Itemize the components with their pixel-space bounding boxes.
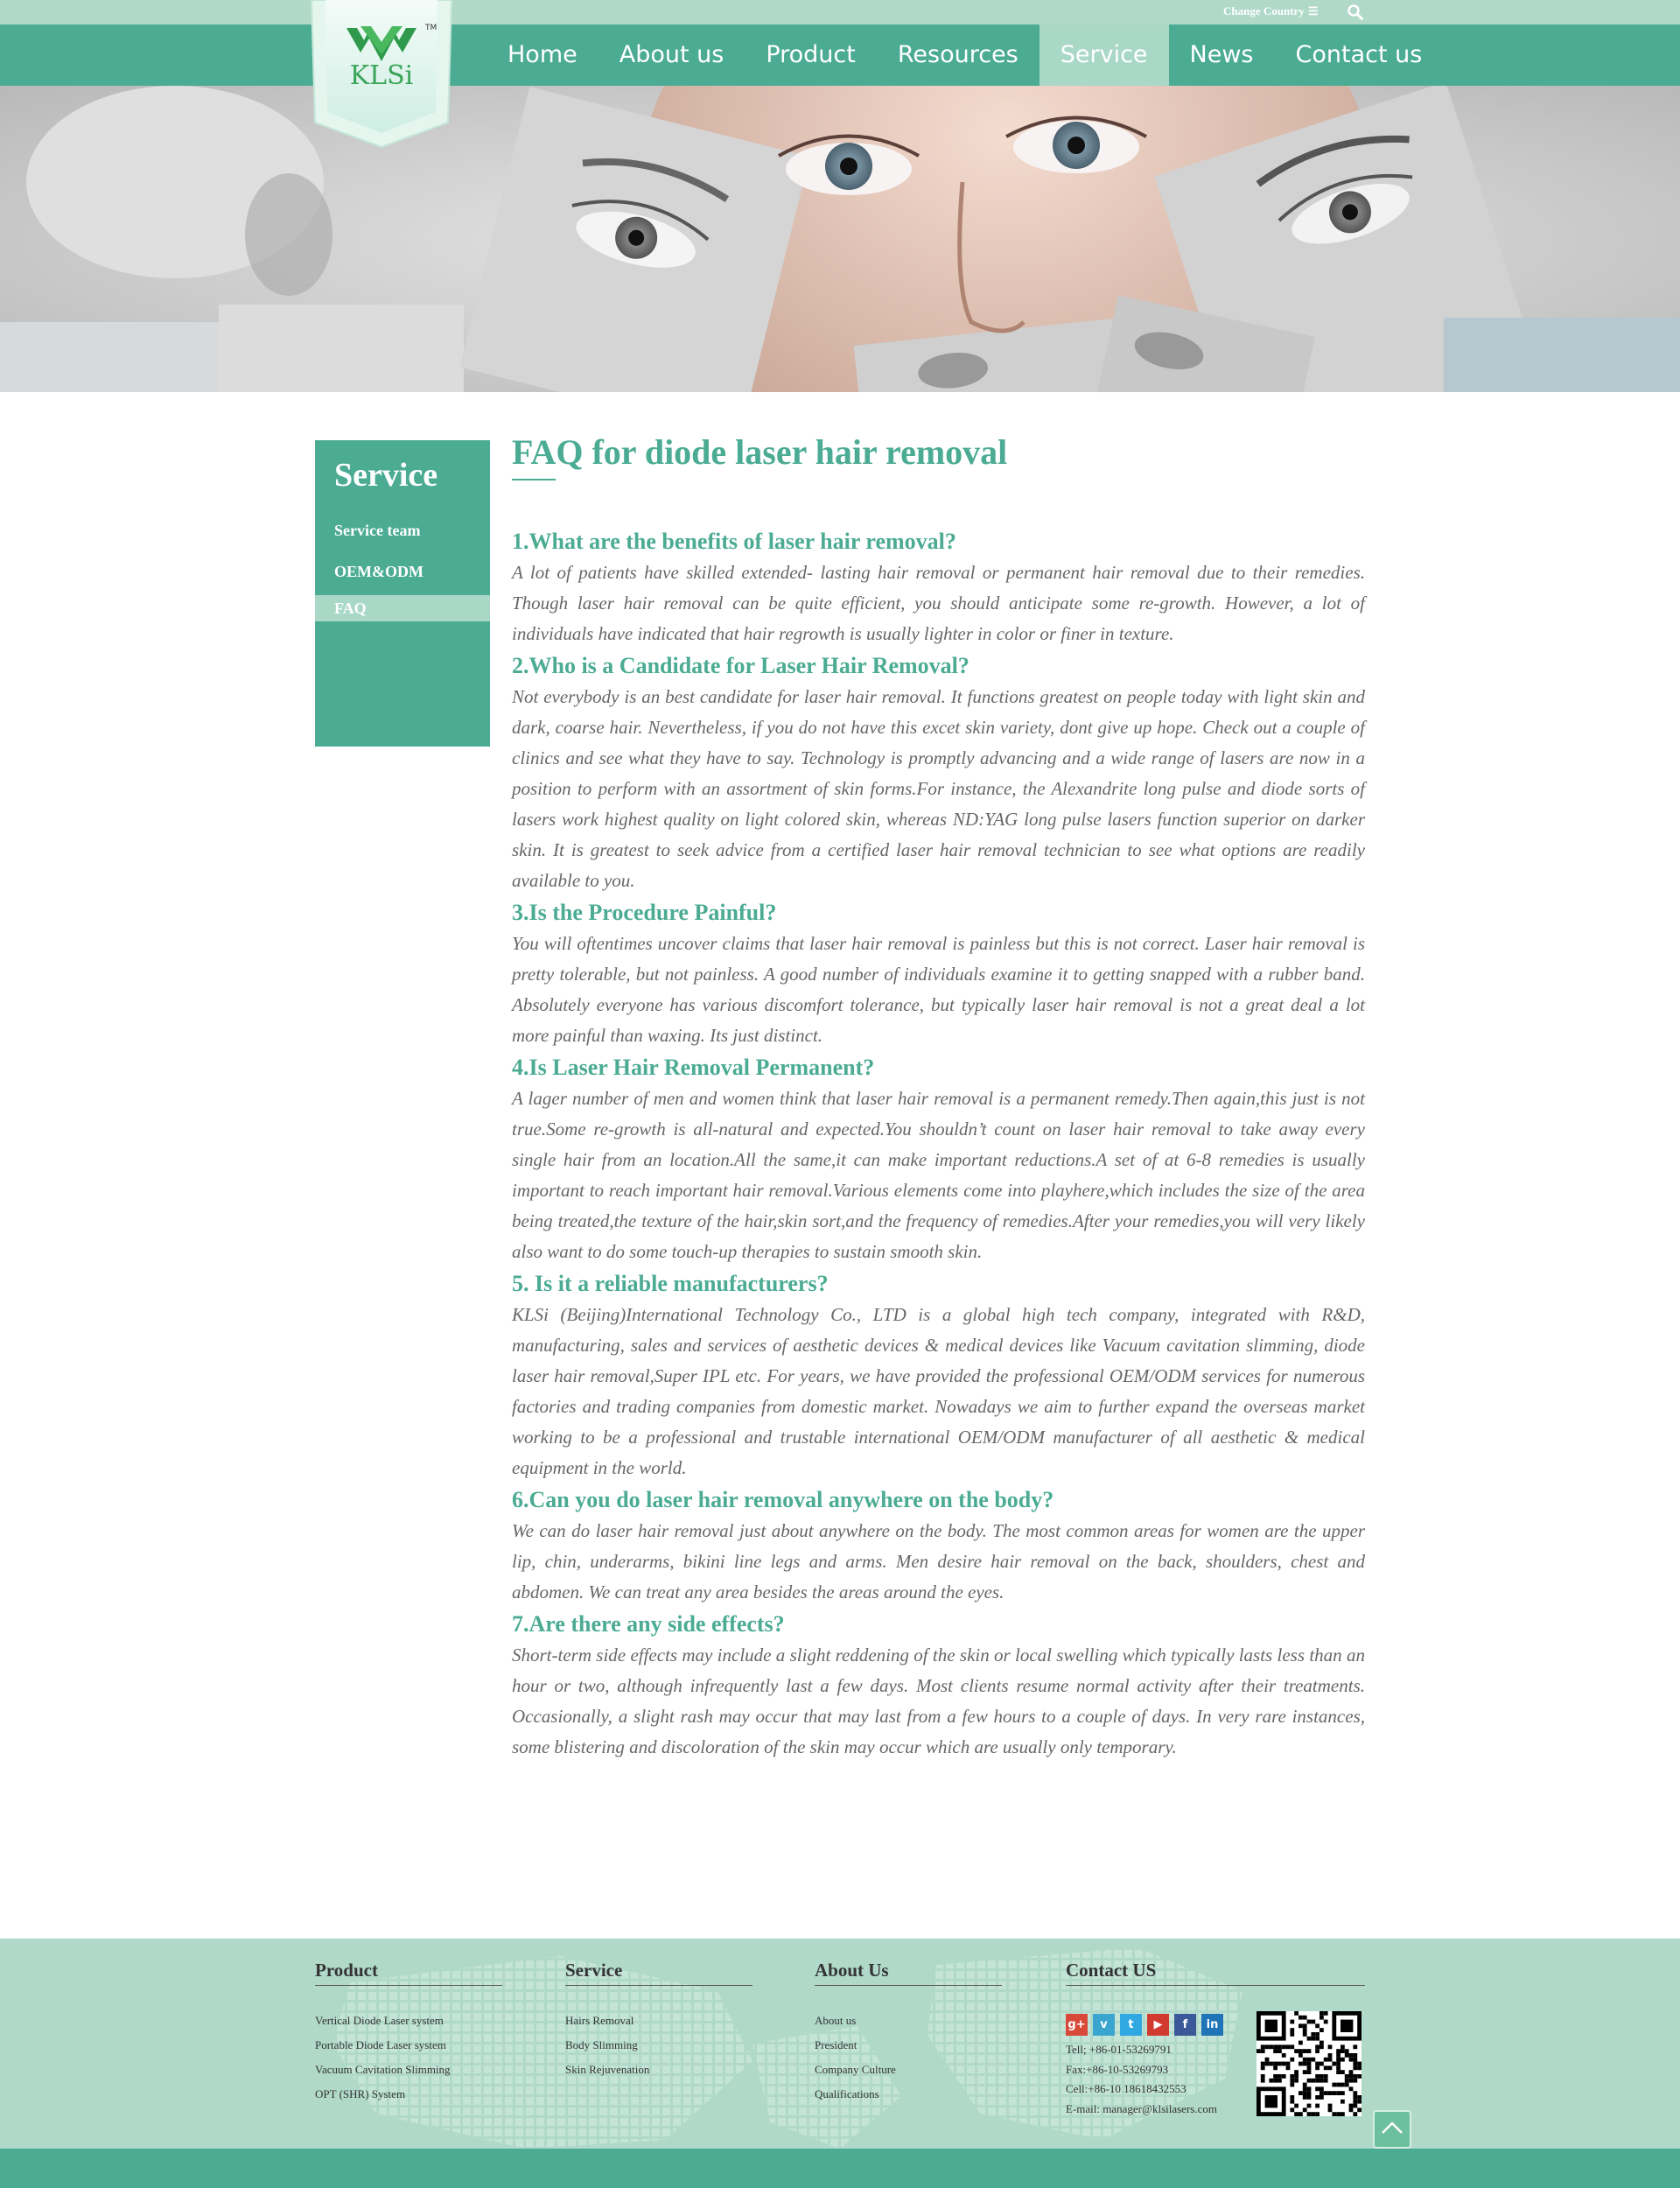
faq-question: 2.Who is a Candidate for Laser Hair Remo… <box>512 653 970 678</box>
footer-contact-column: Contact US <box>1066 1959 1365 1986</box>
footer-link[interactable]: Portable Diode Laser system <box>315 2033 502 2058</box>
footer-bottom-bar <box>0 2149 1680 2188</box>
banner-image <box>0 86 1680 392</box>
back-to-top-button[interactable] <box>1373 2110 1411 2149</box>
sidebar-item-faq[interactable]: FAQ <box>315 595 490 621</box>
chevron-up-icon <box>1382 2121 1403 2134</box>
contact-info: Tell; +86-01-53269791 Fax:+86-10-53269793… <box>1066 2040 1217 2119</box>
faq-question: 6.Can you do laser hair removal anywhere… <box>512 1487 1054 1512</box>
footer-heading-contact: Contact US <box>1066 1959 1365 1986</box>
footer-link[interactable]: President <box>815 2033 1002 2058</box>
trademark-mark: TM <box>424 24 437 32</box>
social-icons: g+ v t ▶ f in <box>1066 2014 1223 2036</box>
faq-answer: You will oftentimes uncover claims that … <box>512 933 1365 1046</box>
faq-answer: A lager number of men and women think th… <box>512 1088 1365 1262</box>
footer-link[interactable]: Body Slimming <box>565 2033 752 2058</box>
faq-answer: We can do laser hair removal just about … <box>512 1520 1365 1602</box>
title-underline <box>512 479 556 480</box>
faq-question: 1.What are the benefits of laser hair re… <box>512 529 956 554</box>
google-plus-icon[interactable]: g+ <box>1066 2014 1088 2036</box>
top-utility-bar <box>0 0 1680 25</box>
linkedin-icon[interactable]: in <box>1201 2014 1223 2036</box>
faq-answer: KLSi (Beijing)International Technology C… <box>512 1304 1365 1478</box>
faq-answer: A lot of patients have skilled extended-… <box>512 562 1365 644</box>
logo-text: KLSi <box>350 60 413 91</box>
faq-answer: Short-term side effects may include a sl… <box>512 1645 1365 1757</box>
nav-item-product[interactable]: Product <box>745 25 877 86</box>
footer-service-column: Service Hairs Removal Body Slimming Skin R… <box>565 1959 752 2082</box>
change-country-link[interactable]: Change Country ☰ <box>1223 4 1318 18</box>
footer-link[interactable]: Company Culture <box>815 2058 1002 2082</box>
faq-question: 3.Is the Procedure Painful? <box>512 900 777 925</box>
change-country-label: Change Country <box>1223 4 1305 18</box>
twitter-icon[interactable]: t <box>1120 2014 1142 2036</box>
qr-code <box>1256 2011 1362 2116</box>
footer-link[interactable]: About us <box>815 2009 1002 2033</box>
service-sidebar: Service Service team OEM&ODM FAQ <box>315 440 490 747</box>
footer-link[interactable]: OPT (SHR) System <box>315 2082 502 2107</box>
footer-heading-about: About Us <box>815 1959 1002 1986</box>
footer-link[interactable]: Hairs Removal <box>565 2009 752 2033</box>
nav-item-home[interactable]: Home <box>486 25 598 86</box>
sidebar-title: Service <box>334 457 438 494</box>
faq-question: 4.Is Laser Hair Removal Permanent? <box>512 1055 875 1080</box>
menu-icon: ☰ <box>1307 4 1319 18</box>
nav-item-resources[interactable]: Resources <box>877 25 1040 86</box>
footer-link[interactable]: Vacuum Cavitation Slimming <box>315 2058 502 2082</box>
footer-about-column: About Us About us President Company Cultur… <box>815 1959 1002 2107</box>
faq-article: FAQ for diode laser hair removal 1.What … <box>512 431 1365 1764</box>
facebook-icon[interactable]: f <box>1174 2014 1196 2036</box>
nav-item-about-us[interactable]: About us <box>598 25 746 86</box>
vimeo-icon[interactable]: v <box>1093 2014 1115 2036</box>
faq-question: 7.Are there any side effects? <box>512 1611 785 1637</box>
nav-item-service[interactable]: Service <box>1039 25 1169 86</box>
faq-question: 5. Is it a reliable manufacturers? <box>512 1271 829 1296</box>
contact-line: Fax:+86-10-53269793 <box>1066 2062 1169 2076</box>
footer-heading-service: Service <box>565 1959 752 1986</box>
sidebar-item-service-team[interactable]: Service team <box>315 517 490 543</box>
footer-link[interactable]: Vertical Diode Laser system <box>315 2009 502 2033</box>
youtube-icon[interactable]: ▶ <box>1147 2014 1169 2036</box>
footer-link[interactable]: Skin Rejuvenation <box>565 2058 752 2082</box>
footer-heading-product: Product <box>315 1959 502 1986</box>
sidebar-item-oem-odm[interactable]: OEM&ODM <box>315 558 490 585</box>
contact-line: Tell; +86-01-53269791 <box>1066 2043 1172 2056</box>
faq-list: 1.What are the benefits of laser hair re… <box>512 526 1365 1763</box>
footer-link[interactable]: Qualifications <box>815 2082 1002 2107</box>
footer-product-column: Product Vertical Diode Laser system Porta… <box>315 1959 502 2107</box>
page-title: FAQ for diode laser hair removal <box>512 432 1008 472</box>
contact-line: E-mail: manager@klsilasers.com <box>1066 2101 1217 2115</box>
hero-banner <box>0 86 1680 392</box>
main-nav: Home About us Product Resources Service News C… <box>486 25 1443 86</box>
nav-item-news[interactable]: News <box>1169 25 1275 86</box>
klsi-logo[interactable]: KLSi TM <box>308 0 455 149</box>
faq-answer: Not everybody is an best candidate for l… <box>512 686 1365 891</box>
search-icon[interactable] <box>1347 4 1364 21</box>
contact-line: Cell:+86-10 18618432553 <box>1066 2082 1186 2095</box>
nav-item-contact-us[interactable]: Contact us <box>1275 25 1444 86</box>
